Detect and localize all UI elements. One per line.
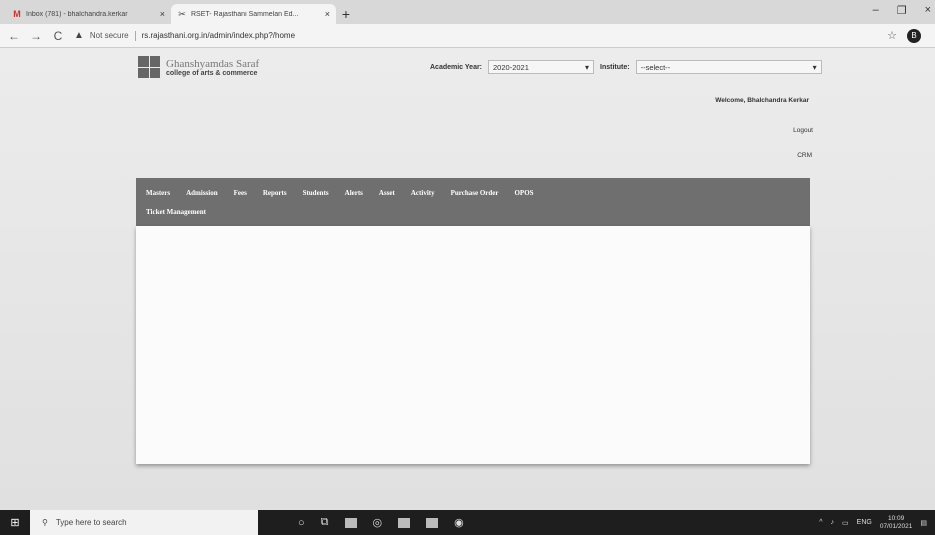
tab-gmail[interactable]: M Inbox (781) - bhalchandra.kerkar ×: [6, 4, 171, 24]
close-tab-icon[interactable]: ×: [160, 9, 165, 19]
menu-row: Ticket Management: [144, 202, 802, 221]
menu-row: Masters Admission Fees Reports Students …: [144, 183, 802, 202]
chevron-up-icon[interactable]: ^: [819, 519, 822, 526]
taskbar: ⊞ ⚲ Type here to search ○ ⧉ ◎ ◉ ^ ♪ ▭ EN…: [0, 510, 935, 535]
cortana-icon[interactable]: ○: [298, 517, 305, 529]
college-logo[interactable]: Ghanshyamdas Saraf college of arts & com…: [138, 56, 259, 78]
search-placeholder: Type here to search: [55, 518, 127, 527]
institute-select[interactable]: --select-- ▾: [635, 60, 822, 74]
institute-value: --select--: [640, 62, 671, 72]
bookmark-star-icon[interactable]: ☆: [887, 29, 897, 42]
academic-year-value: 2020-2021: [493, 62, 529, 72]
academic-year-select[interactable]: 2020-2021 ▾: [488, 60, 595, 74]
close-window-icon[interactable]: ×: [925, 4, 931, 17]
windows-start-icon[interactable]: ⊞: [0, 510, 30, 535]
notification-icon[interactable]: ▤: [920, 519, 927, 527]
reload-icon[interactable]: C: [52, 29, 64, 43]
menu-students[interactable]: Students: [297, 189, 339, 197]
restore-icon[interactable]: ❐: [897, 4, 907, 17]
url-text[interactable]: rs.rajasthani.org.in/admin/index.php?/ho…: [142, 31, 295, 40]
taskbar-apps: ○ ⧉ ◎ ◉: [298, 516, 464, 529]
language-indicator[interactable]: ENG: [857, 519, 872, 526]
content-panel: [136, 226, 810, 464]
clock-date: 07/01/2021: [879, 522, 913, 530]
app-icon[interactable]: [344, 517, 357, 528]
menu-masters[interactable]: Masters: [144, 189, 180, 197]
menu-fees[interactable]: Fees: [228, 189, 257, 197]
forward-icon[interactable]: →: [30, 29, 42, 43]
system-tray: ^ ♪ ▭ ENG 10:09 07/01/2021 ▤: [819, 515, 935, 531]
logo-text: Ghanshyamdas Saraf college of arts & com…: [166, 58, 259, 77]
logo-line1: Ghanshyamdas Saraf: [166, 57, 260, 70]
crm-link[interactable]: CRM: [797, 152, 812, 159]
menu-ticket-management[interactable]: Ticket Management: [144, 208, 216, 216]
minimize-icon[interactable]: –: [873, 4, 879, 17]
institute-label: Institute:: [600, 63, 630, 71]
welcome-text: Welcome, Bhalchandra Kerkar: [715, 97, 809, 104]
page: Ghanshyamdas Saraf college of arts & com…: [0, 48, 935, 510]
network-icon[interactable]: ▭: [842, 519, 849, 527]
taskbar-search[interactable]: ⚲ Type here to search: [30, 510, 258, 535]
task-view-icon[interactable]: ⧉: [321, 516, 329, 529]
logo-line2: college of arts & commerce: [166, 69, 258, 77]
app-icon[interactable]: [398, 517, 411, 528]
clock[interactable]: 10:09 07/01/2021: [880, 515, 913, 531]
search-icon: ⚲: [42, 518, 48, 527]
divider: [134, 30, 136, 41]
menu-alerts[interactable]: Alerts: [339, 189, 373, 197]
clock-time: 10:09: [887, 514, 905, 522]
logo-mark-icon: [138, 56, 160, 78]
gmail-icon: M: [13, 9, 21, 19]
academic-year-label: Academic Year:: [430, 63, 483, 71]
chevron-down-icon: ▾: [585, 62, 590, 72]
address-bar: ← → C ▲ Not secure rs.rajasthani.org.in/…: [0, 24, 935, 48]
app-icon[interactable]: [426, 517, 439, 528]
edge-icon[interactable]: ◎: [373, 516, 383, 529]
menu-reports[interactable]: Reports: [257, 189, 297, 197]
warning-icon: ▲: [74, 30, 84, 41]
tab-rset[interactable]: ✂ RSET- Rajasthani Sammelan Ed... ×: [171, 4, 336, 24]
menu-admission[interactable]: Admission: [180, 189, 228, 197]
tab-title: Inbox (781) - bhalchandra.kerkar: [26, 10, 128, 18]
selectors: Academic Year: 2020-2021 ▾ Institute: --…: [430, 60, 822, 74]
browser-tab-bar: M Inbox (781) - bhalchandra.kerkar × ✂ R…: [0, 0, 935, 24]
menu-opos[interactable]: OPOS: [508, 189, 543, 197]
chrome-icon[interactable]: ◉: [454, 516, 464, 529]
back-icon[interactable]: ←: [8, 29, 20, 43]
new-tab-button[interactable]: +: [336, 4, 356, 24]
window-controls: – ❐ ×: [873, 4, 931, 17]
main-menu: Masters Admission Fees Reports Students …: [136, 178, 810, 226]
menu-activity[interactable]: Activity: [405, 189, 445, 197]
menu-asset[interactable]: Asset: [373, 189, 405, 197]
tab-title: RSET- Rajasthani Sammelan Ed...: [191, 10, 299, 18]
menu-purchase-order[interactable]: Purchase Order: [445, 189, 509, 197]
chevron-down-icon: ▾: [812, 62, 817, 72]
volume-icon[interactable]: ♪: [831, 519, 835, 526]
logout-link[interactable]: Logout: [793, 127, 813, 134]
site-icon: ✂: [178, 8, 186, 19]
close-tab-icon[interactable]: ×: [325, 9, 330, 19]
security-label: Not secure: [89, 31, 129, 40]
omnibox[interactable]: ▲ Not secure rs.rajasthani.org.in/admin/…: [74, 30, 877, 41]
profile-avatar[interactable]: B: [907, 28, 921, 43]
